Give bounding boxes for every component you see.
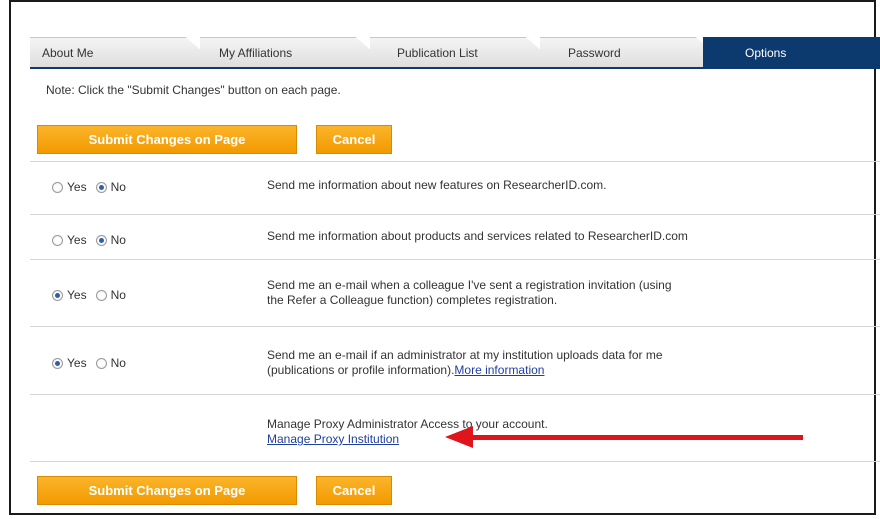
cancel-button-top[interactable]: Cancel (316, 125, 392, 154)
submit-changes-button-top[interactable]: Submit Changes on Page (37, 125, 297, 154)
radio-no[interactable] (95, 289, 107, 301)
radio-no[interactable] (95, 234, 107, 246)
option-description-line2: (publications or profile information).Mo… (267, 363, 663, 378)
option-description: Send me an e-mail if an administrator at… (267, 348, 663, 378)
tab-bar: About Me My Affiliations Publication Lis… (30, 37, 880, 67)
proxy-description: Manage Proxy Administrator Access to you… (267, 417, 548, 447)
option-description-line2-text: (publications or profile information). (267, 363, 455, 377)
radio-no-label: No (110, 180, 126, 194)
radio-yes[interactable] (52, 289, 63, 301)
radio-group: Yes No (52, 356, 135, 370)
option-description: Send me information about new features o… (267, 178, 607, 192)
option-description-line2: the Refer a Colleague function) complete… (267, 293, 558, 307)
tab-password[interactable]: Password (540, 37, 730, 67)
radio-no-label: No (110, 233, 126, 247)
note-text: Note: Click the "Submit Changes" button … (46, 83, 341, 97)
cancel-button-bottom[interactable]: Cancel (316, 476, 392, 505)
option-description: Send me information about products and s… (267, 229, 688, 243)
radio-yes-label: Yes (67, 233, 87, 247)
more-information-link[interactable]: More information (454, 363, 544, 377)
radio-yes-label: Yes (67, 288, 87, 302)
option-row-colleague-registration: Yes No Send me an e-mail when a colleagu… (30, 259, 880, 327)
manage-proxy-institution-link[interactable]: Manage Proxy Institution (267, 432, 399, 446)
option-row-admin-uploads: Yes No Send me an e-mail if an administr… (30, 326, 880, 395)
option-row-products-services: Yes No Send me information about product… (30, 214, 880, 260)
proxy-text: Manage Proxy Administrator Access to you… (267, 417, 548, 431)
radio-yes-label: Yes (67, 180, 87, 194)
radio-no[interactable] (95, 181, 107, 193)
submit-changes-button-bottom[interactable]: Submit Changes on Page (37, 476, 297, 505)
radio-no[interactable] (95, 357, 107, 369)
option-description-line1: Send me an e-mail if an administrator at… (267, 348, 663, 362)
radio-yes[interactable] (52, 357, 63, 369)
radio-group: Yes No (52, 180, 135, 194)
tab-options[interactable]: Options (703, 37, 880, 67)
divider (30, 461, 880, 463)
radio-yes[interactable] (52, 181, 63, 193)
radio-no-label: No (110, 356, 126, 370)
radio-yes[interactable] (52, 234, 63, 246)
radio-group: Yes No (52, 288, 135, 302)
red-arrow-shaft (470, 435, 803, 440)
tab-my-affiliations[interactable]: My Affiliations (200, 37, 390, 67)
radio-yes-label: Yes (67, 356, 87, 370)
options-panel: Note: Click the "Submit Changes" button … (30, 67, 880, 519)
option-description-line1: Send me an e-mail when a colleague I've … (267, 278, 672, 292)
radio-group: Yes No (52, 233, 135, 247)
option-description: Send me an e-mail when a colleague I've … (267, 278, 672, 308)
option-row-new-features: Yes No Send me information about new fea… (30, 161, 880, 207)
radio-no-label: No (110, 288, 126, 302)
tab-about-me[interactable]: About Me (30, 37, 220, 67)
tab-publication-list[interactable]: Publication List (370, 37, 560, 67)
red-arrow-head (445, 426, 473, 448)
